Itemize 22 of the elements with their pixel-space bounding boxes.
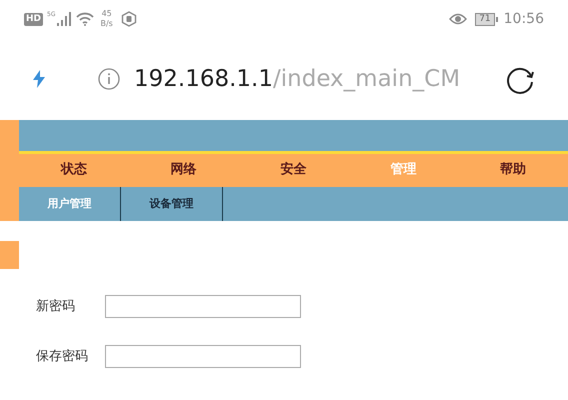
network-badge: HD (24, 12, 44, 26)
menu-tab[interactable]: 网络 (128, 154, 239, 185)
url-text[interactable]: 192.168.1.1/index_main_CM (134, 62, 460, 96)
menu-tab[interactable]: 帮助 (458, 154, 568, 185)
speed-unit: B/s (100, 19, 113, 29)
field-label: 新密码 (36, 298, 76, 316)
input-field[interactable] (105, 295, 301, 318)
menu-tab[interactable]: 安全 (238, 154, 348, 185)
side-strip (0, 241, 19, 269)
eye-icon (449, 13, 468, 25)
clock-time: 10:56 (504, 10, 544, 28)
menu-tab[interactable]: 状态 (19, 154, 129, 185)
signal-icon (56, 12, 72, 26)
field-label: 保存密码 (36, 348, 89, 366)
speed-value: 45 (102, 9, 112, 19)
lightning-icon[interactable] (32, 70, 46, 88)
submenu-tab[interactable]: 设备管理 (121, 187, 223, 221)
hexagon-icon (120, 11, 137, 27)
info-icon[interactable] (98, 68, 120, 90)
battery-indicator: 71 (475, 12, 495, 26)
input-field[interactable] (105, 345, 301, 368)
wifi-icon (76, 12, 94, 26)
